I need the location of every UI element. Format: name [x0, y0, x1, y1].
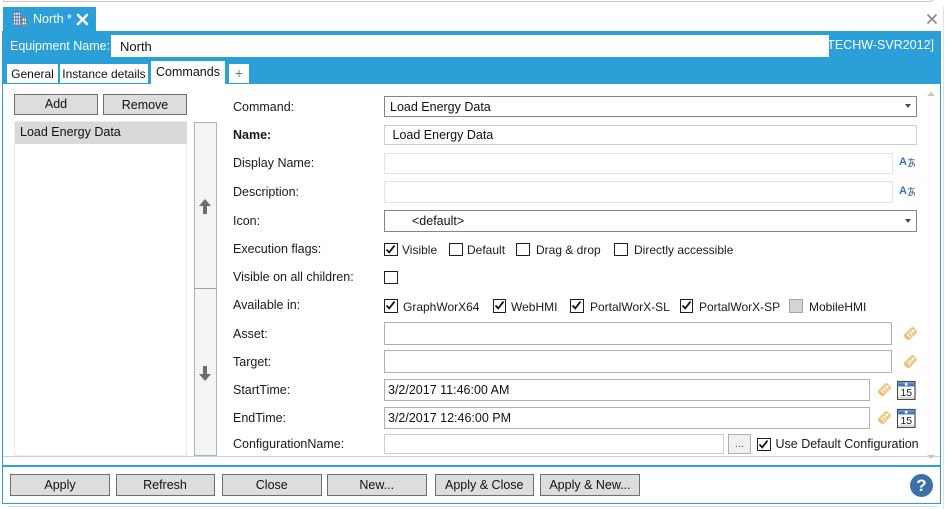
svg-text:15: 15	[900, 387, 912, 399]
svg-text:15: 15	[900, 415, 912, 427]
